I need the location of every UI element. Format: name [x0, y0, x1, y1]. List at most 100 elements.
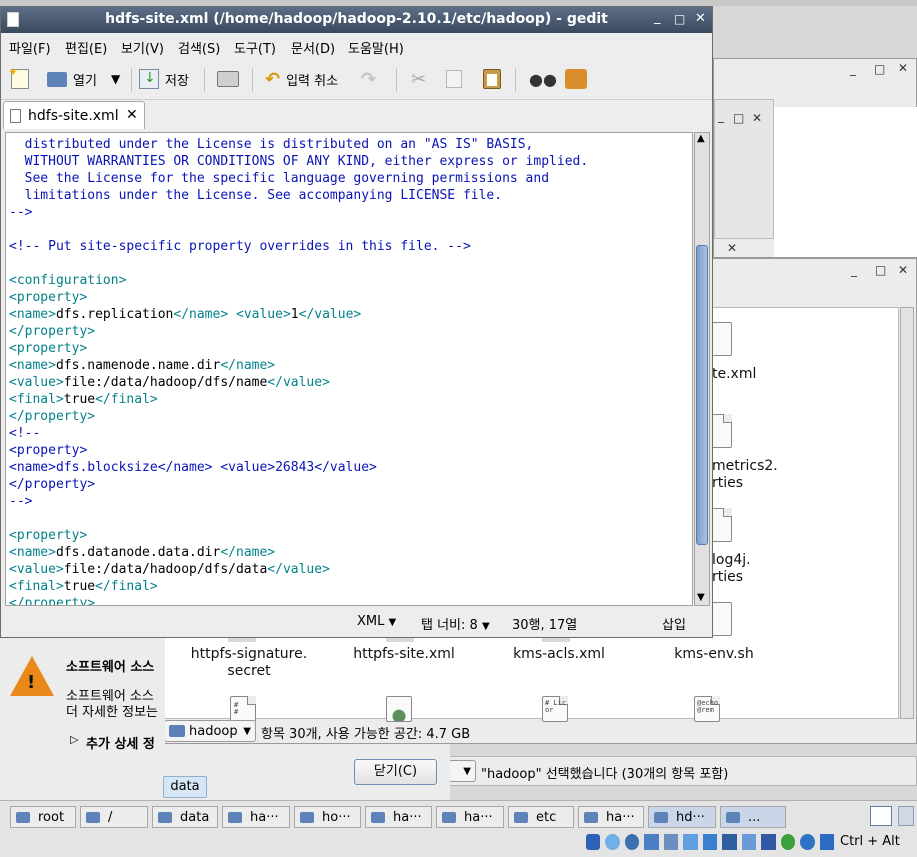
taskbar-item[interactable]: etc: [508, 806, 574, 828]
menu-help[interactable]: 도움말(H): [348, 38, 404, 57]
code-line: <!--: [9, 426, 41, 441]
network-icon[interactable]: [586, 834, 601, 850]
close-icon[interactable]: ✕: [898, 263, 908, 277]
taskbar-item[interactable]: data: [152, 806, 218, 828]
green-arrow-icon[interactable]: [780, 834, 796, 850]
taskbar-item[interactable]: ha···: [222, 806, 290, 828]
file-label: httpfs-site.xml: [353, 646, 455, 662]
tab-close-icon[interactable]: ✕: [126, 107, 138, 123]
file-label: kms-env.sh: [674, 646, 754, 662]
save-button[interactable]: ↓ 저장: [139, 66, 189, 92]
redo-button[interactable]: ↷: [361, 66, 376, 92]
paste-button[interactable]: [483, 66, 501, 92]
code-line: <property>: [9, 443, 88, 458]
vertical-scrollbar[interactable]: ▲ ▼: [694, 132, 710, 606]
taskbar-item[interactable]: root: [10, 806, 76, 828]
printer-icon: [217, 71, 239, 87]
open-dropdown[interactable]: ▼: [111, 66, 120, 92]
menu-tools[interactable]: 도구(T): [234, 38, 276, 57]
maximize-icon[interactable]: □: [733, 111, 744, 125]
undo-button[interactable]: ↶ 입력 취소: [265, 66, 338, 92]
menu-bar: 파일(F) 편집(E) 보기(V) 검색(S) 도구(T) 문서(D) 도움말(…: [1, 34, 712, 57]
taskbar-item-label: ha···: [250, 809, 279, 825]
recording-icon[interactable]: [722, 834, 737, 850]
cut-icon: ✂: [411, 68, 427, 90]
taskbar-item[interactable]: ho···: [294, 806, 361, 828]
maximize-icon[interactable]: □: [875, 263, 886, 277]
menu-search[interactable]: 검색(S): [178, 38, 220, 57]
close-icon[interactable]: ✕: [695, 11, 706, 26]
shared-folder-icon[interactable]: [683, 834, 698, 850]
cd-icon[interactable]: [605, 834, 620, 850]
close-button[interactable]: 닫기(C): [354, 759, 437, 785]
file-preview: @echo @rem: [697, 699, 719, 714]
text-editor[interactable]: distributed under the License is distrib…: [5, 132, 693, 606]
find-button[interactable]: ●●: [529, 66, 557, 92]
scroll-down-icon[interactable]: ▼: [697, 592, 705, 603]
file-label: metrics2. rties: [712, 458, 778, 491]
print-button[interactable]: [217, 66, 239, 92]
details-expander[interactable]: 추가 상세 정: [86, 733, 155, 752]
taskbar-item[interactable]: ha···: [578, 806, 644, 828]
usb-icon[interactable]: [663, 834, 679, 850]
chevron-down-icon: ▼: [481, 621, 490, 632]
menu-documents[interactable]: 문서(D): [291, 38, 335, 57]
maximize-icon[interactable]: □: [674, 12, 685, 26]
close-icon[interactable]: ✕: [752, 111, 762, 125]
menu-file[interactable]: 파일(F): [9, 38, 51, 57]
copy-icon: [446, 70, 462, 88]
minimize-icon[interactable]: _: [850, 62, 856, 76]
selection-combo[interactable]: ▼: [448, 760, 476, 782]
workspace-switcher[interactable]: [898, 806, 914, 826]
selection-status-text: "hadoop" 선택했습니다 (30개의 항목 포함): [481, 767, 729, 782]
code-line: -->: [9, 205, 33, 220]
tab-hdfs-site[interactable]: hdfs-site.xml ✕: [3, 101, 145, 129]
menu-edit[interactable]: 편집(E): [65, 38, 107, 57]
gedit-window[interactable]: hdfs-site.xml (/home/hadoop/hadoop-2.10.…: [0, 6, 713, 638]
file-preview: # Lic or: [545, 699, 567, 714]
location-combo[interactable]: hadoop ▼: [164, 720, 256, 742]
copy-button[interactable]: [446, 66, 462, 92]
file-view-scrollbar[interactable]: [900, 307, 914, 719]
background-window-1[interactable]: _ □ ✕ _ □ ✕ ✕: [713, 58, 917, 258]
maximize-icon[interactable]: □: [874, 62, 885, 76]
down-arrow-icon[interactable]: [819, 834, 835, 850]
folder-icon: [158, 811, 172, 823]
network-adapter-icon[interactable]: [644, 834, 659, 850]
scroll-thumb[interactable]: [696, 245, 708, 545]
replace-button[interactable]: [565, 66, 587, 92]
code-line: </property>: [9, 324, 96, 339]
virtualbox-icon[interactable]: [761, 834, 776, 850]
code-line: <name>dfs.blocksize</name> <value>26843<…: [9, 460, 377, 475]
language-selector[interactable]: XML ▼: [357, 614, 396, 629]
taskbar-item[interactable]: ha···: [436, 806, 504, 828]
scroll-up-icon[interactable]: ▲: [697, 133, 705, 144]
taskbar-item[interactable]: ha···: [365, 806, 432, 828]
disk-icon[interactable]: [624, 834, 640, 850]
tab-width-selector[interactable]: 탭 너비: 8 ▼: [421, 614, 490, 633]
globe-icon[interactable]: [800, 834, 815, 850]
open-button[interactable]: 열기: [47, 66, 97, 92]
close-icon[interactable]: ✕: [727, 241, 737, 255]
toolbar-separator: [204, 68, 205, 92]
xml-file-icon[interactable]: [386, 696, 412, 722]
menu-view[interactable]: 보기(V): [121, 38, 164, 57]
show-desktop-icon[interactable]: [870, 806, 892, 826]
minimize-icon[interactable]: _: [718, 109, 724, 123]
code-line: </property>: [9, 596, 96, 606]
mouse-integration-icon[interactable]: [741, 834, 757, 850]
expander-arrow-icon[interactable]: ▷: [70, 733, 78, 746]
new-button[interactable]: ✦: [8, 65, 29, 92]
display-icon[interactable]: [702, 834, 718, 850]
taskbar-item[interactable]: ...: [720, 806, 786, 828]
warning-mark: !: [27, 672, 36, 693]
minimize-icon[interactable]: _: [851, 263, 857, 277]
minimize-icon[interactable]: _: [654, 10, 661, 25]
close-icon[interactable]: ✕: [898, 61, 908, 75]
code-line: <!-- Put site-specific property override…: [9, 239, 471, 254]
cut-button[interactable]: ✂: [411, 66, 426, 92]
taskbar-item[interactable]: /: [80, 806, 148, 828]
chevron-down-icon: ▼: [243, 725, 251, 737]
title-bar[interactable]: hdfs-site.xml (/home/hadoop/hadoop-2.10.…: [1, 7, 712, 33]
taskbar-item[interactable]: hd···: [648, 806, 716, 828]
